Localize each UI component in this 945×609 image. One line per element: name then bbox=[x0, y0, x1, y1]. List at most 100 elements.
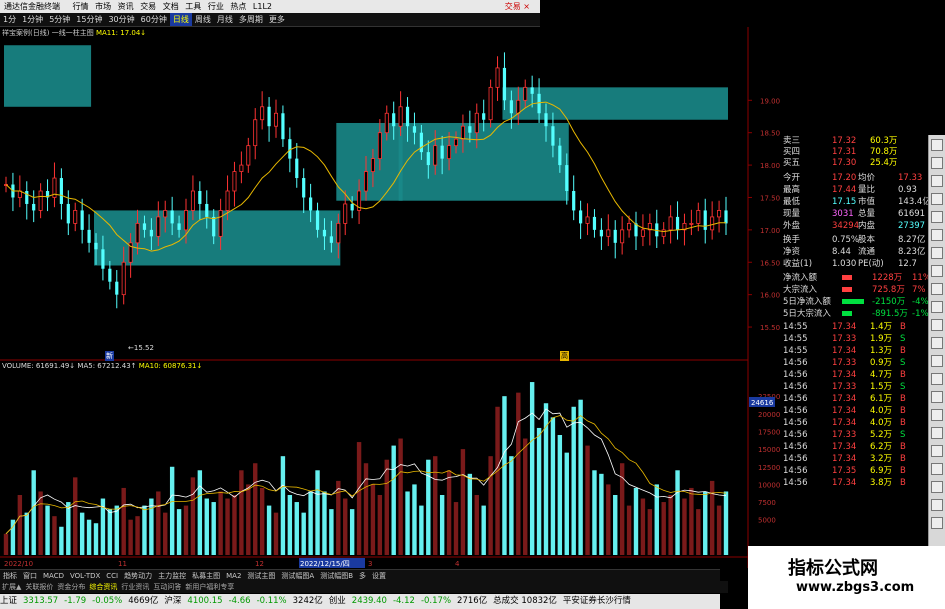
list-icon[interactable] bbox=[931, 157, 943, 169]
news-icon[interactable] bbox=[931, 229, 943, 241]
draw-icon[interactable] bbox=[931, 373, 943, 385]
volume-bar bbox=[287, 495, 293, 555]
candle-body bbox=[675, 216, 680, 230]
indicator-tab[interactable]: MACD bbox=[40, 570, 67, 581]
date-axis-label: 2022/10 bbox=[4, 560, 33, 568]
candle-body bbox=[377, 132, 382, 160]
indicator-tab[interactable]: 测试幅图B bbox=[317, 570, 356, 581]
volume-bar bbox=[86, 519, 92, 555]
candle-body bbox=[468, 126, 472, 133]
candle-body bbox=[661, 229, 666, 237]
quote-stat-row: 现量 3031 总量 61691 bbox=[748, 208, 930, 220]
volume-bar bbox=[439, 495, 445, 555]
f10-icon[interactable] bbox=[931, 247, 943, 259]
volume-bar bbox=[377, 495, 383, 555]
tick-volume: 3.8万 bbox=[870, 478, 893, 488]
info-tab[interactable]: 行业资讯 bbox=[119, 581, 151, 593]
chip-icon[interactable] bbox=[931, 265, 943, 277]
volume-bar bbox=[481, 505, 486, 555]
text-icon[interactable] bbox=[931, 427, 943, 439]
info-tab[interactable]: 扩展▲ bbox=[0, 581, 23, 593]
tick-side: B bbox=[900, 322, 906, 332]
more-icon[interactable] bbox=[931, 463, 943, 475]
alarm-icon[interactable] bbox=[931, 337, 943, 349]
tick-time: 14:56 bbox=[783, 466, 808, 476]
exit-icon[interactable] bbox=[931, 517, 943, 529]
index-name[interactable]: 上证 bbox=[0, 596, 17, 606]
quote-stat-value: 3031 bbox=[832, 209, 854, 219]
info-tab[interactable]: 资金分布 bbox=[55, 581, 87, 593]
detail-icon[interactable] bbox=[931, 445, 943, 457]
index-name[interactable]: 创业 bbox=[329, 596, 346, 606]
volume-bar bbox=[633, 487, 639, 555]
info-tab[interactable]: 新用户福利专享 bbox=[183, 581, 236, 593]
tick-price: 17.33 bbox=[832, 334, 857, 344]
indicator-tab[interactable]: 设置 bbox=[369, 570, 389, 581]
help-icon[interactable] bbox=[931, 499, 943, 511]
candle-body bbox=[302, 178, 306, 198]
tick-time: 14:56 bbox=[783, 406, 808, 416]
note-icon[interactable] bbox=[931, 355, 943, 367]
indicator-tab[interactable]: 多 bbox=[356, 570, 369, 581]
indicator-tab[interactable]: CCI bbox=[103, 570, 121, 581]
zoom-icon[interactable] bbox=[931, 301, 943, 313]
tick-row: 14:55 17.34 1.3万 B bbox=[748, 345, 930, 357]
tick-price: 17.33 bbox=[832, 382, 857, 392]
candle-body bbox=[156, 216, 161, 237]
fund-icon[interactable] bbox=[931, 193, 943, 205]
indicator-tab[interactable]: 测试幅图A bbox=[278, 570, 317, 581]
tick-row: 14:56 17.34 4.7万 B bbox=[748, 369, 930, 381]
candle-body bbox=[426, 152, 430, 166]
info-icon[interactable] bbox=[931, 481, 943, 493]
tick-volume: 4.7万 bbox=[870, 370, 893, 380]
watermark-url: www.zbgs3.com bbox=[796, 580, 915, 595]
quote-stat-label: 总量 bbox=[858, 209, 876, 219]
candle-body bbox=[585, 216, 590, 224]
chart-icon[interactable] bbox=[931, 139, 943, 151]
tick-price: 17.34 bbox=[832, 370, 857, 380]
signal-box bbox=[4, 45, 92, 107]
volume-bar bbox=[3, 533, 9, 555]
indicator-tab[interactable]: 趋势动力 bbox=[121, 570, 155, 581]
candle-body bbox=[509, 100, 513, 114]
volume-bar bbox=[169, 466, 175, 555]
candle-body bbox=[530, 87, 534, 94]
candle-body bbox=[363, 171, 368, 192]
indicator-tab[interactable]: 私募主图 bbox=[189, 570, 223, 581]
candle-body bbox=[523, 86, 528, 101]
volume-bar bbox=[509, 456, 514, 555]
tick-row: 14:55 17.33 1.9万 S bbox=[748, 333, 930, 345]
quote-stat-value: 8.44 bbox=[832, 247, 851, 257]
volume-bar bbox=[356, 442, 362, 555]
info-tab[interactable]: 互动问答 bbox=[151, 581, 183, 593]
candle-body bbox=[710, 216, 715, 231]
tick-price: 17.34 bbox=[832, 394, 857, 404]
tool-icon[interactable] bbox=[931, 319, 943, 331]
candle-body bbox=[453, 138, 458, 147]
index-name[interactable]: 沪深 bbox=[164, 596, 181, 606]
indicator-tab[interactable]: 主力监控 bbox=[155, 570, 189, 581]
pin-icon[interactable] bbox=[931, 391, 943, 403]
quote-stat-value: 17.44 bbox=[832, 185, 857, 195]
tick-price: 17.33 bbox=[832, 430, 857, 440]
rsi-icon[interactable] bbox=[931, 283, 943, 295]
tick-time: 14:56 bbox=[783, 430, 808, 440]
indicator-tab[interactable]: 窗口 bbox=[20, 570, 40, 581]
tick-volume: 1.4万 bbox=[870, 322, 893, 332]
flow-icon[interactable] bbox=[931, 211, 943, 223]
candle-body bbox=[703, 210, 707, 230]
indicator-tab[interactable]: MA2 bbox=[223, 570, 244, 581]
candle-body bbox=[142, 223, 147, 230]
quote-stat-label: 收益(1) bbox=[783, 259, 813, 269]
indicator-tab[interactable]: 测试主图 bbox=[244, 570, 278, 581]
stock-name[interactable]: 祥宝案例(日线) bbox=[2, 29, 49, 37]
info-tab[interactable]: 关联报价 bbox=[23, 581, 55, 593]
info-tab[interactable]: 综合资讯 bbox=[87, 581, 119, 593]
grid-icon[interactable] bbox=[931, 175, 943, 187]
link-icon[interactable] bbox=[931, 409, 943, 421]
indicator-tab[interactable]: 指标 bbox=[0, 570, 20, 581]
tick-time: 14:56 bbox=[783, 370, 808, 380]
indicator-tab[interactable]: VOL-TDX bbox=[67, 570, 103, 581]
volume-bar bbox=[716, 505, 722, 555]
quote-stat-label: 内盘 bbox=[858, 221, 876, 231]
